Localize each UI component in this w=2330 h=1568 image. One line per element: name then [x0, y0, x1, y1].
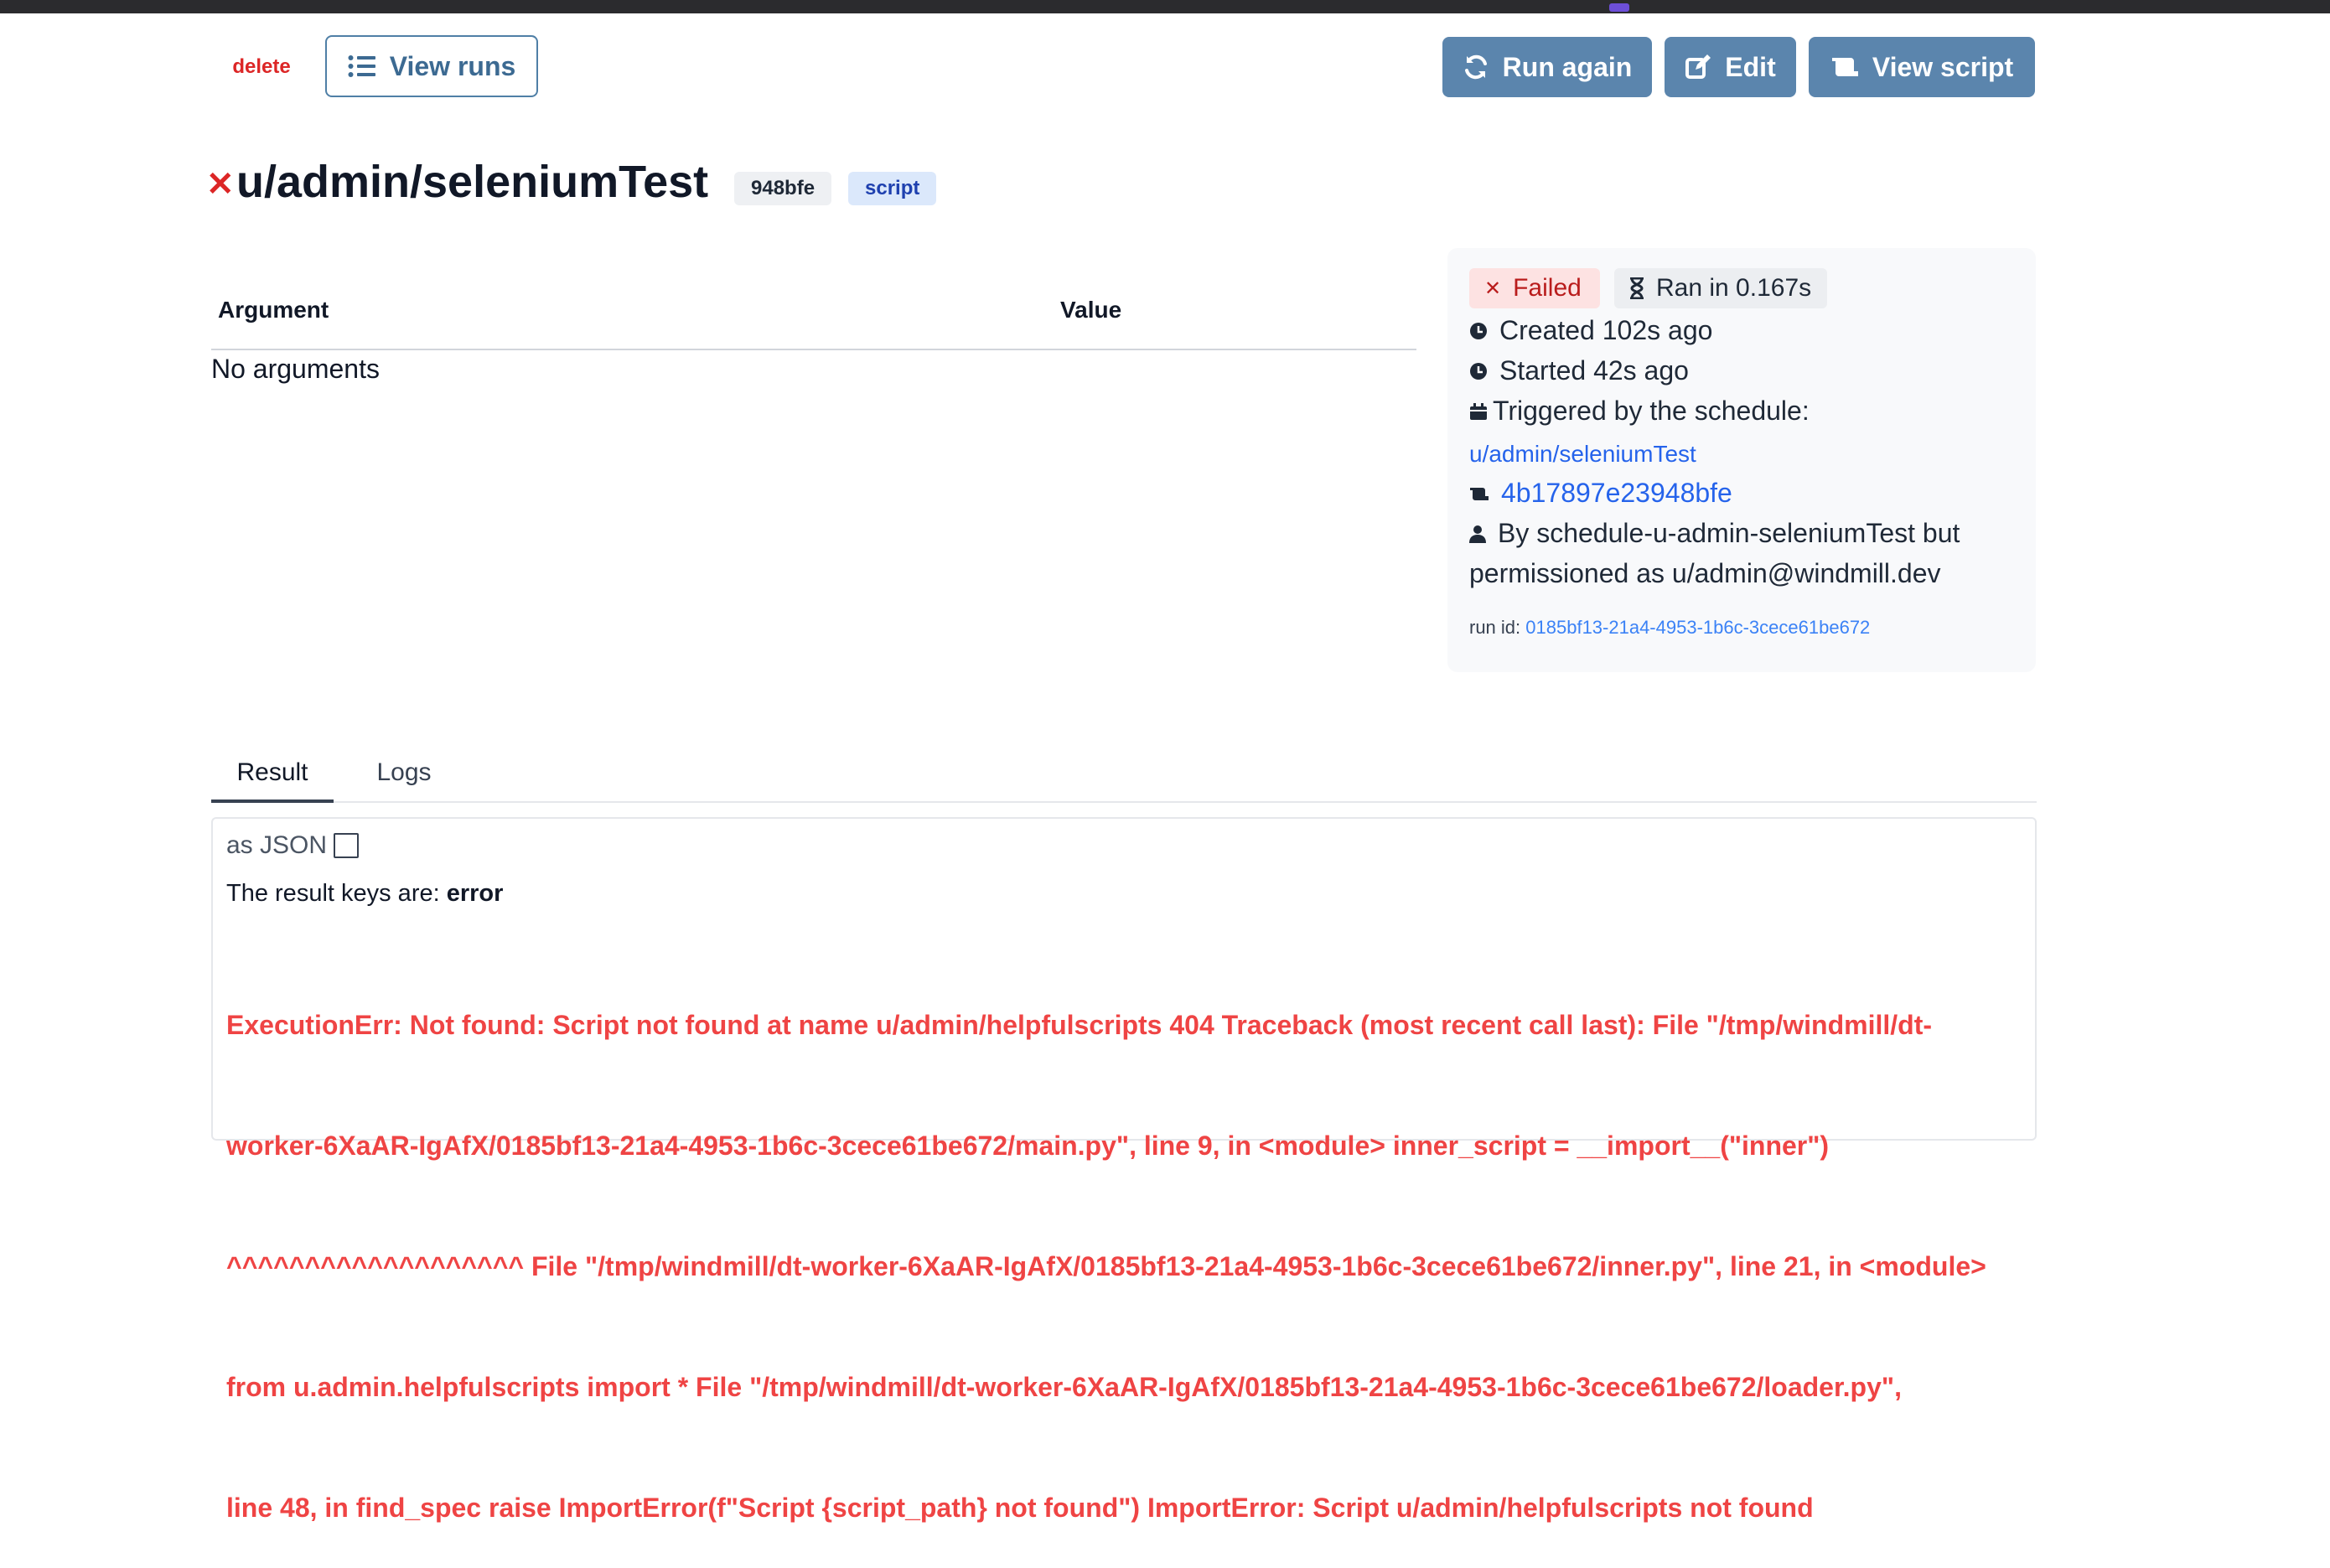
scroll-icon: [1469, 485, 1489, 502]
error-message: ExecutionErr: Not found: Script not foun…: [226, 924, 2020, 1568]
result-keys-prefix: The result keys are:: [226, 880, 440, 907]
hash-badge: 948bfe: [734, 172, 832, 205]
column-header-value: Value: [1060, 297, 1122, 323]
run-again-button[interactable]: Run again: [1442, 37, 1652, 97]
as-json-label: as JSON: [226, 831, 328, 859]
clock-icon: [1469, 362, 1488, 380]
page-title: u/admin/seleniumTest: [236, 157, 709, 207]
run-again-label: Run again: [1502, 51, 1633, 82]
error-line: from u.admin.helpfulscripts import * Fil…: [226, 1372, 1902, 1402]
script-hash-link[interactable]: 4b17897e23948bfe: [1501, 478, 1732, 509]
view-script-label: View script: [1872, 51, 2014, 82]
view-runs-label: View runs: [389, 50, 516, 81]
delete-button[interactable]: delete: [211, 50, 312, 84]
run-id-link[interactable]: 0185bf13-21a4-4953-1b6c-3cece61be672: [1525, 617, 1870, 638]
permission-text-line1: By schedule-u-admin-seleniumTest but: [1498, 518, 1960, 548]
refresh-icon: [1463, 54, 1489, 80]
script-hash-row: 4b17897e23948bfe: [1469, 478, 1732, 509]
as-json-toggle: as JSON: [226, 831, 360, 860]
calendar-icon: [1469, 402, 1488, 421]
edit-button[interactable]: Edit: [1665, 37, 1796, 97]
error-line: ^^^^^^^^^^^^^^^^^^^ File "/tmp/windmill/…: [226, 1251, 1986, 1281]
tab-logs[interactable]: Logs: [345, 746, 463, 800]
view-runs-button[interactable]: View runs: [325, 35, 538, 97]
schedule-link[interactable]: u/admin/seleniumTest: [1469, 441, 1696, 468]
scroll-icon: [1830, 54, 1859, 80]
kind-badge: script: [848, 172, 937, 205]
duration-label: Ran in 0.167s: [1656, 274, 1812, 302]
result-keys-value: error: [446, 880, 504, 907]
error-line: line 48, in find_spec raise ImportError(…: [226, 1493, 1814, 1523]
result-keys-line: The result keys are: error: [226, 880, 503, 908]
x-icon: ✕: [1484, 277, 1502, 300]
user-icon: [1469, 525, 1486, 543]
permission-row: By schedule-u-admin-seleniumTest but: [1469, 518, 1960, 549]
browser-top-bar: [0, 0, 2330, 13]
started-row: Started 42s ago: [1469, 355, 1689, 386]
duration-badge: Ran in 0.167s: [1614, 268, 1827, 308]
permission-text-line2: permissioned as u/admin@windmill.dev: [1469, 558, 1941, 588]
tab-result[interactable]: Result: [211, 746, 334, 803]
edit-label: Edit: [1725, 51, 1776, 82]
column-header-argument: Argument: [218, 297, 329, 323]
run-id-label: run id:: [1469, 617, 1521, 638]
triggered-text: Triggered by the schedule:: [1493, 396, 1810, 426]
error-line: worker-6XaAR-IgAfX/0185bf13-21a4-4953-1b…: [226, 1131, 1830, 1161]
triggered-row: Triggered by the schedule:: [1469, 396, 1810, 427]
created-text: Created 102s ago: [1499, 315, 1713, 345]
list-icon: [348, 54, 376, 78]
extension-icon: [1609, 3, 1629, 12]
table-divider: [211, 349, 1416, 350]
created-row: Created 102s ago: [1469, 315, 1712, 346]
started-text: Started 42s ago: [1499, 355, 1689, 386]
as-json-checkbox[interactable]: [334, 833, 360, 858]
error-line: ExecutionErr: Not found: Script not foun…: [226, 1010, 1933, 1040]
result-tabs: Result Logs: [211, 746, 2037, 803]
failed-x-icon: ✕: [206, 166, 235, 203]
view-script-button[interactable]: View script: [1809, 37, 2035, 97]
status-badge: ✕ Failed: [1469, 268, 1600, 308]
no-arguments-text: No arguments: [211, 354, 380, 384]
status-label: Failed: [1513, 274, 1582, 302]
run-id: run id: 0185bf13-21a4-4953-1b6c-3cece61b…: [1469, 617, 1870, 639]
clock-icon: [1469, 322, 1488, 340]
edit-icon: [1685, 54, 1711, 80]
hourglass-icon: [1629, 277, 1644, 299]
